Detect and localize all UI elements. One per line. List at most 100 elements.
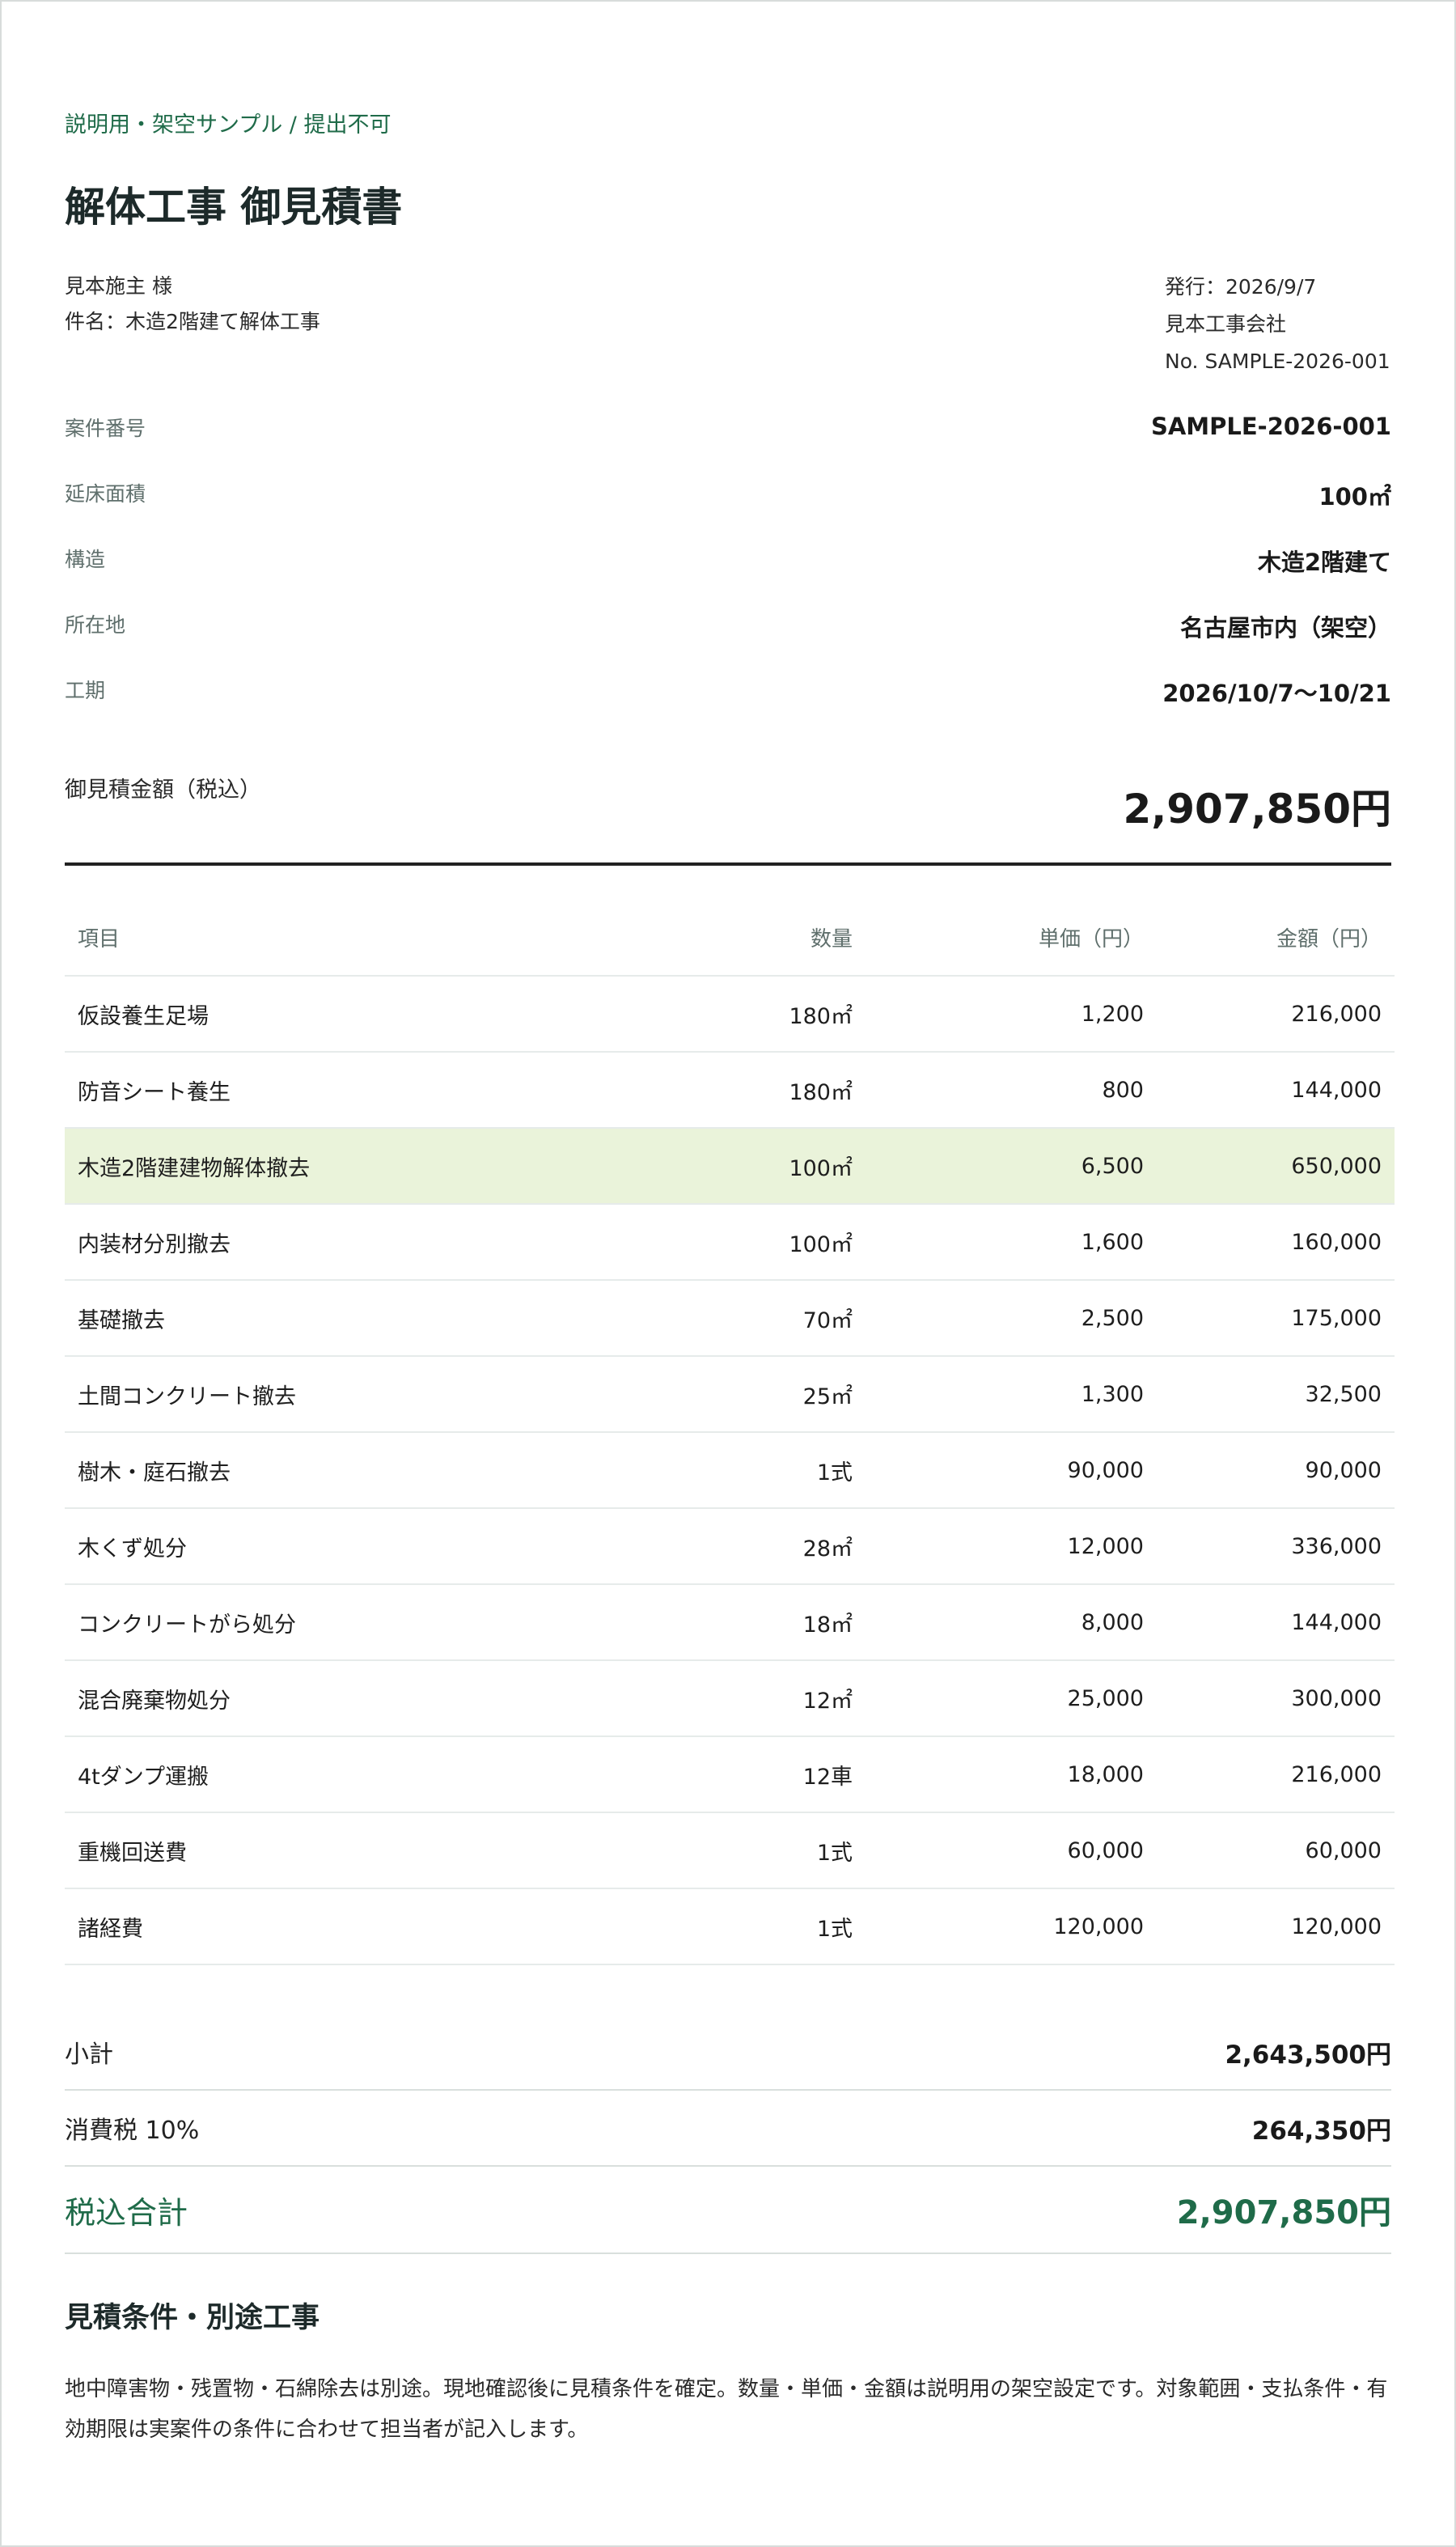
detail-label: 延床面積: [65, 482, 146, 506]
item-amount: 175,000: [1157, 1280, 1395, 1357]
item-unit-price: 60,000: [866, 1812, 1157, 1889]
item-quantity: 100㎡: [679, 1204, 866, 1281]
table-row: 土間コンクリート撤去 25㎡ 1,300 32,500: [65, 1356, 1395, 1433]
estimate-total-value: 2,907,850円: [1123, 786, 1391, 833]
tax-label: 消費税 10%: [65, 2117, 200, 2145]
item-amount: 60,000: [1157, 1812, 1395, 1889]
item-unit-price: 90,000: [866, 1432, 1157, 1509]
item-unit-price: 1,200: [866, 976, 1157, 1053]
detail-row-floor-area: 延床面積 100㎡: [65, 478, 1391, 544]
item-amount: 144,000: [1157, 1052, 1395, 1129]
item-amount: 120,000: [1157, 1888, 1395, 1965]
document-number: No. SAMPLE-2026-001: [1165, 350, 1390, 373]
conditions-heading: 見積条件・別途工事: [65, 2302, 320, 2334]
item-unit-price: 6,500: [866, 1128, 1157, 1205]
item-quantity: 180㎡: [679, 1052, 866, 1129]
table-row: 基礎撤去 70㎡ 2,500 175,000: [65, 1280, 1395, 1357]
item-quantity: 12㎡: [679, 1660, 866, 1737]
item-quantity: 180㎡: [679, 976, 866, 1053]
detail-label: 工期: [65, 679, 106, 702]
project-details: 案件番号 SAMPLE-2026-001 延床面積 100㎡ 構造 木造2階建て…: [65, 413, 1391, 740]
project-subject: 件名：木造2階建て解体工事: [65, 310, 320, 333]
item-amount: 90,000: [1157, 1432, 1395, 1509]
table-header-row: 項目 数量 単価（円） 金額（円）: [65, 900, 1395, 977]
issuer-info: 発行：2026/9/7 見本工事会社 No. SAMPLE-2026-001: [1165, 269, 1390, 380]
item-unit-price: 18,000: [866, 1736, 1157, 1813]
detail-row-structure: 構造 木造2階建て: [65, 544, 1391, 609]
detail-value: 木造2階建て: [1257, 549, 1391, 576]
detail-value: 2026/10/7〜10/21: [1162, 680, 1391, 707]
estimate-total-label: 御見積金額（税込）: [65, 778, 261, 803]
item-unit-price: 12,000: [866, 1508, 1157, 1585]
item-unit-price: 25,000: [866, 1660, 1157, 1737]
detail-row-location: 所在地 名古屋市内（架空）: [65, 609, 1391, 675]
item-quantity: 18㎡: [679, 1584, 866, 1661]
item-amount: 216,000: [1157, 976, 1395, 1053]
line-items-table: 項目 数量 単価（円） 金額（円） 仮設養生足場 180㎡ 1,200 216,…: [65, 900, 1395, 1965]
item-amount: 336,000: [1157, 1508, 1395, 1585]
tax-value: 264,350円: [1251, 2116, 1391, 2146]
item-name: 樹木・庭石撤去: [65, 1432, 679, 1509]
item-quantity: 12車: [679, 1736, 866, 1813]
item-quantity: 100㎡: [679, 1128, 866, 1205]
item-name: 内装材分別撤去: [65, 1204, 679, 1281]
grand-total-row: 税込合計 2,907,850円: [65, 2167, 1391, 2254]
detail-value: SAMPLE-2026-001: [1150, 413, 1391, 440]
item-amount: 160,000: [1157, 1204, 1395, 1281]
table-row-highlighted: 木造2階建建物解体撤去 100㎡ 6,500 650,000: [65, 1128, 1395, 1205]
item-name: 混合廃棄物処分: [65, 1660, 679, 1737]
detail-row-project-number: 案件番号 SAMPLE-2026-001: [65, 413, 1391, 478]
estimate-total: 御見積金額（税込） 2,907,850円: [65, 769, 1391, 866]
item-name: 4tダンプ運搬: [65, 1736, 679, 1813]
column-header-item: 項目: [65, 900, 679, 977]
tax-row: 消費税 10% 264,350円: [65, 2091, 1391, 2167]
item-quantity: 70㎡: [679, 1280, 866, 1357]
item-name: コンクリートがら処分: [65, 1584, 679, 1661]
totals-summary: 小計 2,643,500円 消費税 10% 264,350円 税込合計 2,90…: [65, 2015, 1391, 2254]
table-row: 内装材分別撤去 100㎡ 1,600 160,000: [65, 1204, 1395, 1281]
detail-label: 所在地: [65, 613, 126, 637]
table-row: 4tダンプ運搬 12車 18,000 216,000: [65, 1736, 1395, 1813]
issue-date: 発行：2026/9/7: [1165, 275, 1317, 299]
table-row: 諸経費 1式 120,000 120,000: [65, 1888, 1395, 1965]
item-unit-price: 1,600: [866, 1204, 1157, 1281]
conditions-text: 地中障害物・残置物・石綿除去は別途。現地確認後に見積条件を確定。数量・単価・金額…: [65, 2377, 1388, 2442]
column-header-amount: 金額（円）: [1157, 900, 1395, 977]
detail-value: 100㎡: [1318, 483, 1391, 511]
item-name: 防音シート養生: [65, 1052, 679, 1129]
table-row: 樹木・庭石撤去 1式 90,000 90,000: [65, 1432, 1395, 1509]
item-unit-price: 1,300: [866, 1356, 1157, 1433]
item-name: 木くず処分: [65, 1508, 679, 1585]
subtotal-row: 小計 2,643,500円: [65, 2015, 1391, 2091]
item-name: 土間コンクリート撤去: [65, 1356, 679, 1433]
table-row: 混合廃棄物処分 12㎡ 25,000 300,000: [65, 1660, 1395, 1737]
subtotal-label: 小計: [65, 2041, 113, 2069]
item-amount: 300,000: [1157, 1660, 1395, 1737]
item-unit-price: 2,500: [866, 1280, 1157, 1357]
table-row: コンクリートがら処分 18㎡ 8,000 144,000: [65, 1584, 1395, 1661]
item-amount: 650,000: [1157, 1128, 1395, 1205]
table-row: 木くず処分 28㎡ 12,000 336,000: [65, 1508, 1395, 1585]
table-row: 防音シート養生 180㎡ 800 144,000: [65, 1052, 1395, 1129]
document-title: 解体工事 御見積書: [65, 184, 403, 231]
detail-row-schedule: 工期 2026/10/7〜10/21: [65, 675, 1391, 740]
item-name: 基礎撤去: [65, 1280, 679, 1357]
client-name: 見本施主 様: [65, 274, 172, 298]
grand-total-label: 税込合計: [65, 2194, 188, 2231]
item-quantity: 25㎡: [679, 1356, 866, 1433]
item-unit-price: 800: [866, 1052, 1157, 1129]
column-header-quantity: 数量: [679, 900, 866, 977]
item-unit-price: 120,000: [866, 1888, 1157, 1965]
item-amount: 216,000: [1157, 1736, 1395, 1813]
detail-label: 案件番号: [65, 417, 146, 440]
item-name: 諸経費: [65, 1888, 679, 1965]
item-unit-price: 8,000: [866, 1584, 1157, 1661]
item-name: 仮設養生足場: [65, 976, 679, 1053]
client-info: 見本施主 様 件名：木造2階建て解体工事: [65, 269, 320, 340]
detail-label: 構造: [65, 548, 106, 571]
subtotal-value: 2,643,500円: [1225, 2040, 1391, 2070]
column-header-unit-price: 単価（円）: [866, 900, 1157, 977]
sample-notice: 説明用・架空サンプル / 提出不可: [65, 112, 392, 138]
detail-value: 名古屋市内（架空）: [1179, 614, 1391, 642]
item-quantity: 1式: [679, 1888, 866, 1965]
